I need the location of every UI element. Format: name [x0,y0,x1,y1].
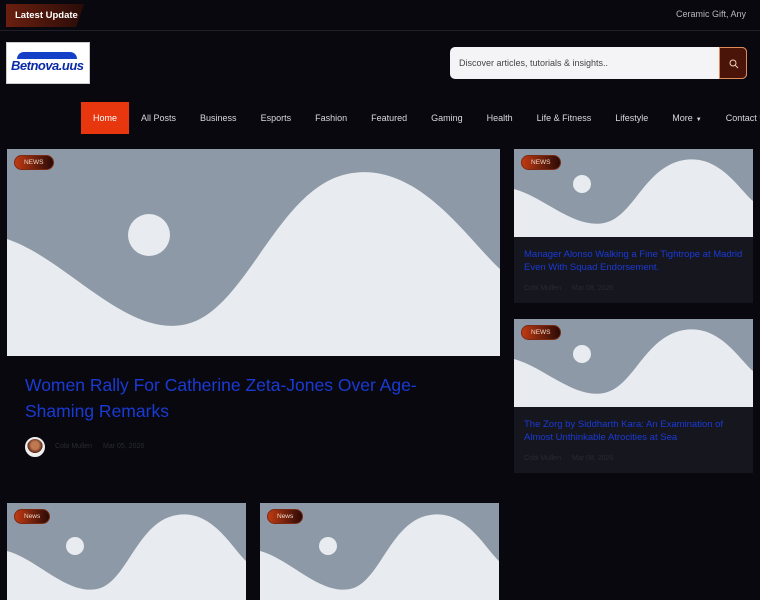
grid-post-card[interactable]: News [260,503,499,600]
side-post-date: Mar 08, 2026 [572,455,614,462]
nav-more-label: More [672,113,693,123]
grid-post-card[interactable]: News [7,503,246,600]
nav-item-health[interactable]: Health [475,102,525,134]
news-ticker[interactable]: Ceramic Gift, Any [676,9,746,19]
top-bar: Latest Update Ceramic Gift, Any [0,0,760,31]
nav-item-all-posts[interactable]: All Posts [129,102,188,134]
nav-item-fashion[interactable]: Fashion [303,102,359,134]
category-badge[interactable]: NEWS [521,155,561,170]
nav-item-home[interactable]: Home [81,102,130,134]
author-avatar[interactable] [25,437,45,457]
side-post-title[interactable]: The Zorg by Siddharth Kara: An Examinati… [524,418,744,444]
featured-author[interactable]: Cobi Mullen [55,443,92,450]
side-post-date: Mar 08, 2026 [572,285,614,292]
search-icon [729,59,739,69]
site-logo[interactable]: Betnova.uus [6,42,90,84]
nav-item-featured[interactable]: Featured [359,102,419,134]
side-post-author[interactable]: Cobi Mullen [524,285,561,292]
featured-post-title[interactable]: Women Rally For Catherine Zeta-Jones Ove… [25,372,480,424]
category-badge[interactable]: NEWS [14,155,54,170]
category-badge[interactable]: News [267,509,304,524]
nav-item-more[interactable]: More ▼ [660,102,713,134]
nav-item-contact[interactable]: Contact Us [714,102,760,134]
category-badge[interactable]: News [14,509,51,524]
nav-item-life-fitness[interactable]: Life & Fitness [525,102,604,134]
nav-item-lifestyle[interactable]: Lifestyle [603,102,660,134]
nav-item-gaming[interactable]: Gaming [419,102,475,134]
latest-update-label: Latest Update [6,4,84,27]
featured-post-image[interactable] [7,149,500,356]
nav-item-business[interactable]: Business [188,102,249,134]
nav-item-esports[interactable]: Esports [249,102,304,134]
side-post-title[interactable]: Manager Alonso Walking a Fine Tightrope … [524,248,744,274]
search-button[interactable] [719,47,747,79]
image-placeholder-icon [7,172,500,356]
side-post-card[interactable]: NEWS [514,319,753,473]
featured-date: Mar 05, 2026 [103,443,145,450]
side-post-card[interactable]: NEWS [514,149,753,303]
main-nav: Home All Posts Business Esports Fashion … [81,102,760,134]
logo-text: Betnova.uus [11,58,84,73]
category-badge[interactable]: NEWS [521,325,561,340]
search-bar [450,47,747,79]
side-post-author[interactable]: Cobi Mullen [524,455,561,462]
chevron-down-icon: ▼ [695,117,702,123]
search-input[interactable] [459,55,709,71]
